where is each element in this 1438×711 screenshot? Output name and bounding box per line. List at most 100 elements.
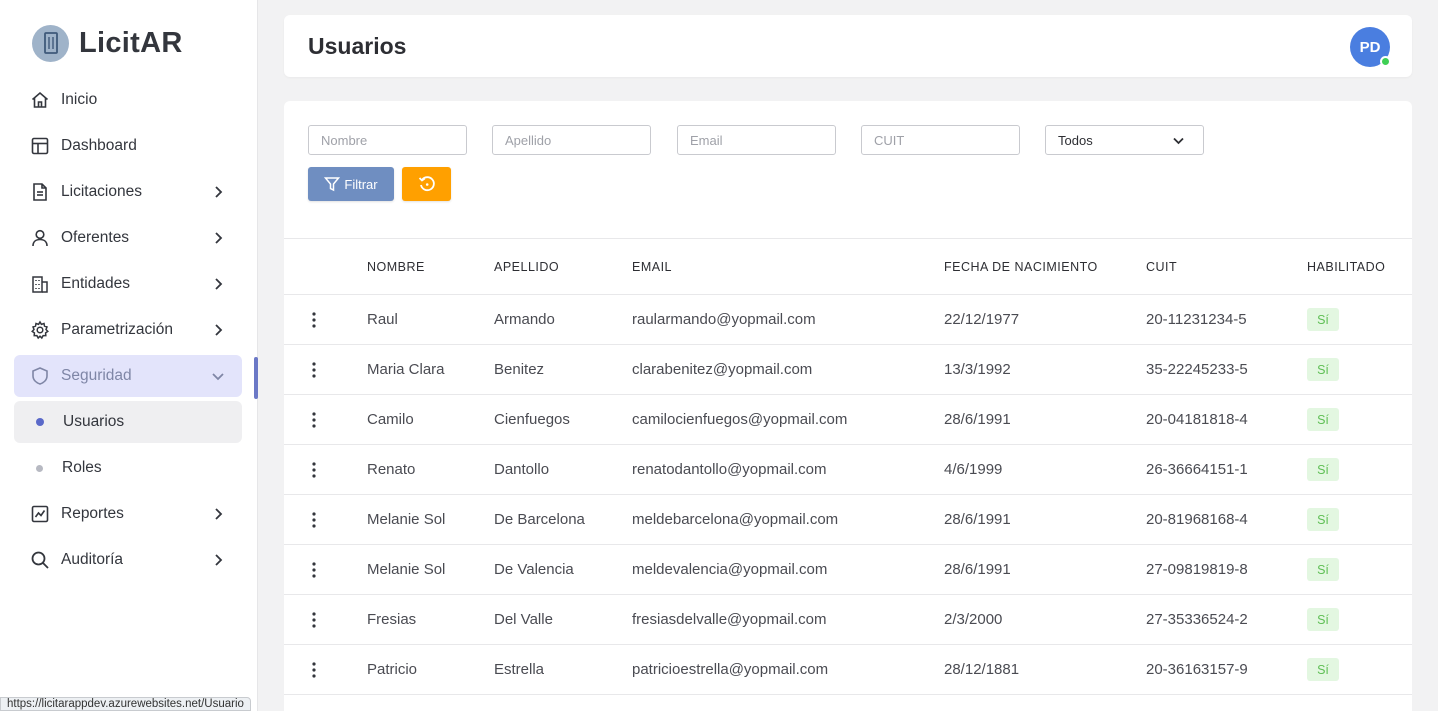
status-badge: Sí xyxy=(1307,658,1339,681)
document-icon xyxy=(30,182,50,202)
row-actions-icon[interactable] xyxy=(308,360,320,380)
nombre-input[interactable] xyxy=(308,125,467,155)
cell-fecha: 2/3/2000 xyxy=(944,611,1003,628)
sidebar-item-label: Inicio xyxy=(61,91,98,108)
sidebar-subitem-roles[interactable]: Roles xyxy=(14,447,242,489)
cell-nombre: Maria Clara xyxy=(367,361,445,378)
status-badge: Sí xyxy=(1307,358,1339,381)
table-row[interactable]: Fresias Del Valle fresiasdelvalle@yopmai… xyxy=(284,595,1412,645)
sidebar-item-label: Entidades xyxy=(61,275,130,292)
cell-apellido: Del Valle xyxy=(494,611,553,628)
cell-email: meldevalencia@yopmail.com xyxy=(632,561,828,578)
row-actions-icon[interactable] xyxy=(308,310,320,330)
gear-icon xyxy=(30,320,50,340)
sidebar-item-reportes[interactable]: Reportes xyxy=(14,493,242,535)
sidebar-item-licitaciones[interactable]: Licitaciones xyxy=(14,171,242,213)
estado-select[interactable]: Todos xyxy=(1045,125,1204,155)
row-actions-icon[interactable] xyxy=(308,410,320,430)
status-badge: Sí xyxy=(1307,308,1339,331)
building-icon xyxy=(30,274,50,294)
cell-cuit: 35-22245233-5 xyxy=(1146,361,1248,378)
sidebar-subitem-usuarios[interactable]: Usuarios xyxy=(14,401,242,443)
status-badge: Sí xyxy=(1307,408,1339,431)
sidebar-item-parametrizacion[interactable]: Parametrización xyxy=(14,309,242,351)
cell-apellido: Armando xyxy=(494,311,555,328)
apellido-input[interactable] xyxy=(492,125,651,155)
status-badge: Sí xyxy=(1307,558,1339,581)
table-row[interactable]: Camilo Cienfuegos camilocienfuegos@yopma… xyxy=(284,395,1412,445)
home-icon xyxy=(30,90,50,110)
cell-email: fresiasdelvalle@yopmail.com xyxy=(632,611,827,628)
cell-cuit: 27-35336524-2 xyxy=(1146,611,1248,628)
cell-fecha: 4/6/1999 xyxy=(944,461,1003,478)
cell-apellido: Cienfuegos xyxy=(494,411,570,428)
cell-apellido: De Valencia xyxy=(494,561,574,578)
sidebar-item-label: Oferentes xyxy=(61,229,130,246)
chevron-right-icon xyxy=(215,508,223,520)
row-actions-icon[interactable] xyxy=(308,510,320,530)
column-header-cuit[interactable]: CUIT xyxy=(1146,260,1177,274)
table-row[interactable]: Renato Dantollo renatodantollo@yopmail.c… xyxy=(284,445,1412,495)
cell-nombre: Raul xyxy=(367,311,398,328)
column-header-apellido[interactable]: APELLIDO xyxy=(494,260,559,274)
cell-apellido: Estrella xyxy=(494,661,545,678)
chevron-right-icon xyxy=(215,232,223,244)
status-badge: Sí xyxy=(1307,458,1339,481)
sidebar-item-label: Licitaciones xyxy=(61,183,142,200)
sidebar-item-label: Reportes xyxy=(61,505,124,522)
table-row[interactable]: Raul Armando raularmando@yopmail.com 22/… xyxy=(284,295,1412,345)
row-actions-icon[interactable] xyxy=(308,560,320,580)
search-icon xyxy=(30,550,50,570)
chevron-right-icon xyxy=(215,186,223,198)
status-badge: Sí xyxy=(1307,608,1339,631)
building-logo-icon xyxy=(32,24,69,62)
dashboard-icon xyxy=(30,136,50,156)
cell-apellido: De Barcelona xyxy=(494,511,585,528)
cell-cuit: 20-36163157-9 xyxy=(1146,661,1248,678)
bullet-icon xyxy=(36,418,44,426)
cell-nombre: Melanie Sol xyxy=(367,511,446,528)
reset-filters-button[interactable] xyxy=(402,167,451,201)
page-header: Usuarios PD xyxy=(284,15,1412,77)
column-header-habilitado[interactable]: HABILITADO xyxy=(1307,260,1385,274)
column-header-fecha[interactable]: FECHA DE NACIMIENTO xyxy=(944,260,1098,274)
sidebar-item-label: Parametrización xyxy=(61,321,173,338)
status-badge: Sí xyxy=(1307,508,1339,531)
column-header-nombre[interactable]: NOMBRE xyxy=(367,260,425,274)
row-actions-icon[interactable] xyxy=(308,660,320,680)
cuit-input[interactable] xyxy=(861,125,1020,155)
sidebar-item-label: Dashboard xyxy=(61,137,137,154)
table-row[interactable]: Melanie Sol De Valencia meldevalencia@yo… xyxy=(284,545,1412,595)
cell-nombre: Renato xyxy=(367,461,416,478)
brand[interactable]: LicitAR xyxy=(32,24,183,62)
filter-button[interactable]: Filtrar xyxy=(308,167,394,201)
chevron-down-icon xyxy=(212,373,224,381)
cell-fecha: 28/12/1881 xyxy=(944,661,1020,678)
cell-fecha: 13/3/1992 xyxy=(944,361,1011,378)
sidebar-item-label: Seguridad xyxy=(61,367,132,384)
online-status-dot xyxy=(1380,56,1391,67)
table-row[interactable]: Maria Clara Benitez clarabenitez@yopmail… xyxy=(284,345,1412,395)
cell-nombre: Melanie Sol xyxy=(367,561,446,578)
cell-email: renatodantollo@yopmail.com xyxy=(632,461,827,478)
sidebar-item-oferentes[interactable]: Oferentes xyxy=(14,217,242,259)
filter-icon xyxy=(324,177,341,192)
sidebar-item-seguridad[interactable]: Seguridad xyxy=(14,355,242,397)
cell-email: clarabenitez@yopmail.com xyxy=(632,361,813,378)
row-actions-icon[interactable] xyxy=(308,460,320,480)
users-card: Todos Filtrar NOMBRE APELLIDO EMAIL FECH… xyxy=(284,101,1412,711)
sidebar-item-auditoria[interactable]: Auditoría xyxy=(14,539,242,581)
cell-email: meldebarcelona@yopmail.com xyxy=(632,511,839,528)
sidebar-item-entidades[interactable]: Entidades xyxy=(14,263,242,305)
table-row[interactable]: Patricio Estrella patricioestrella@yopma… xyxy=(284,645,1412,695)
email-input[interactable] xyxy=(677,125,836,155)
column-header-email[interactable]: EMAIL xyxy=(632,260,672,274)
cell-email: camilocienfuegos@yopmail.com xyxy=(632,411,848,428)
sidebar-item-inicio[interactable]: Inicio xyxy=(14,79,242,121)
cell-email: raularmando@yopmail.com xyxy=(632,311,816,328)
sidebar-item-dashboard[interactable]: Dashboard xyxy=(14,125,242,167)
table-row[interactable]: Melanie Sol De Barcelona meldebarcelona@… xyxy=(284,495,1412,545)
cell-cuit: 20-81968168-4 xyxy=(1146,511,1248,528)
row-actions-icon[interactable] xyxy=(308,610,320,630)
cell-nombre: Patricio xyxy=(367,661,418,678)
